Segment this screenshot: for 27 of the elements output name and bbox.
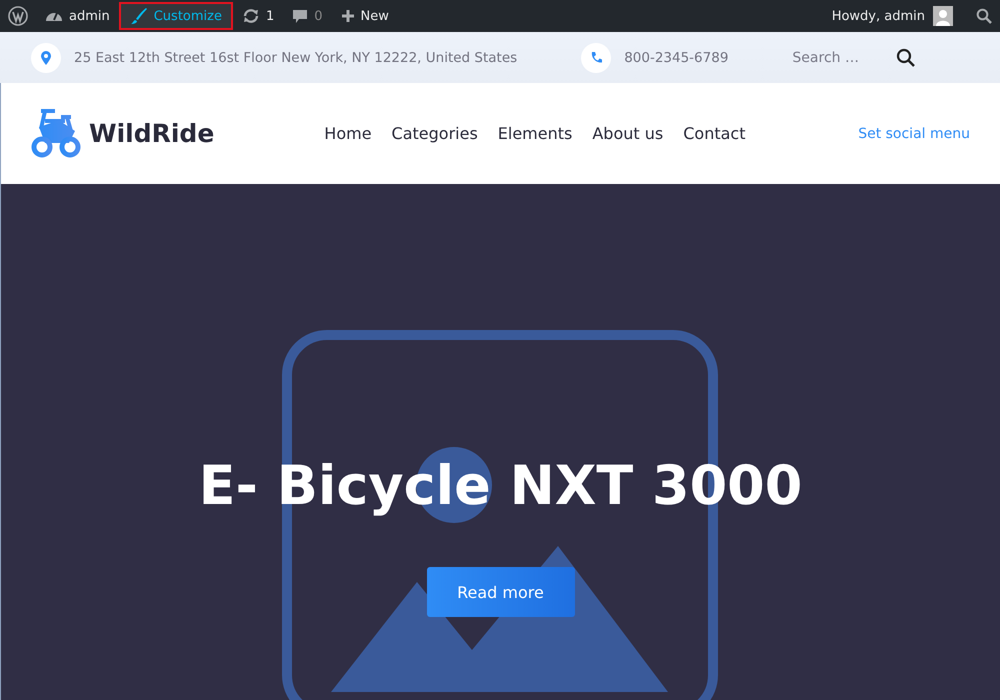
comment-icon (292, 8, 308, 24)
nav-link[interactable]: Categories (392, 124, 478, 143)
hero-title: E- Bicycle NXT 3000 (198, 454, 802, 517)
nav-link[interactable]: Elements (498, 124, 572, 143)
comments-menu-item[interactable]: 0 (283, 0, 332, 32)
bicycle-icon (31, 108, 83, 158)
phone-text: 800-2345-6789 (624, 50, 728, 66)
customize-menu-item[interactable]: Customize (118, 2, 233, 30)
avatar-icon (933, 6, 953, 26)
site-logo[interactable]: WildRide (89, 119, 214, 148)
dashboard-menu-item[interactable]: admin (36, 0, 119, 32)
refresh-icon (242, 8, 260, 24)
search-icon[interactable] (896, 48, 916, 68)
nav-link[interactable]: Home (324, 124, 372, 143)
nav-link[interactable]: About us (592, 124, 664, 143)
search-field[interactable]: Search … (792, 50, 892, 66)
location-pin-icon (31, 42, 61, 72)
nav-link[interactable]: Contact (683, 124, 746, 143)
brush-icon (130, 7, 148, 25)
address-text: 25 East 12th Street 16st Floor New York, NY 12222, United States (74, 50, 518, 66)
phone-icon (581, 42, 612, 72)
read-more-button[interactable]: Read more (426, 567, 574, 617)
new-menu-item[interactable]: New (332, 0, 398, 32)
plus-icon (340, 9, 355, 23)
search-icon[interactable] (976, 8, 992, 24)
updates-menu-item[interactable]: 1 (232, 0, 284, 32)
account-menu-item[interactable]: Howdy, admin (822, 0, 962, 32)
